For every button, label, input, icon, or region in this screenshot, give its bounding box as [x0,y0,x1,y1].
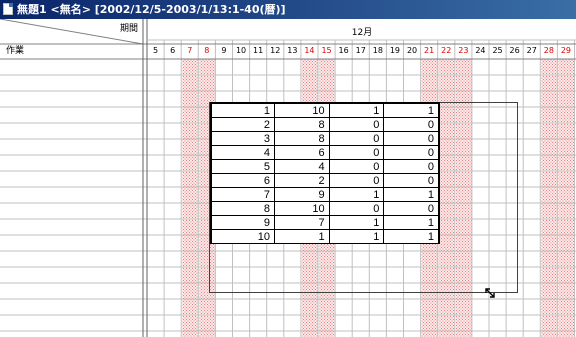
table-cell[interactable]: 3 [211,131,275,146]
table-cell[interactable]: 4 [274,159,330,174]
table-row[interactable]: 5400 [211,159,439,174]
day-label: 24 [475,46,485,55]
table-row[interactable]: 10 1 1 1 [211,229,439,244]
day-label: 11 [253,46,263,55]
table-row[interactable]: 3800 [211,131,439,146]
table-cell[interactable]: 1 [383,215,439,230]
table-row[interactable]: 1 10 1 1 [211,103,439,118]
table-row[interactable]: 2800 [211,117,439,132]
table-cell[interactable]: 8 [211,201,275,216]
table-cell[interactable]: 0 [383,131,439,146]
table-cell[interactable]: 6 [274,145,330,160]
table-cell[interactable]: 8 [274,117,330,132]
table-cell[interactable]: 10 [211,229,275,244]
day-label: 19 [390,46,400,55]
table-row[interactable]: 7911 [211,187,439,202]
table-row[interactable]: 9711 [211,215,439,230]
table-cell[interactable]: 0 [328,131,385,146]
day-label: 15 [321,46,331,55]
day-label: 17 [356,46,366,55]
table-cell[interactable]: 0 [328,117,385,132]
document-icon [3,3,13,15]
day-label: 20 [407,46,417,55]
table-cell[interactable]: 5 [211,159,275,174]
day-label: 5 [153,46,158,55]
period-label: 期間 [120,23,138,34]
table-cell[interactable]: 2 [211,117,275,132]
day-label: 14 [304,46,314,55]
table-cell[interactable]: 1 [328,229,385,244]
day-label: 27 [527,46,537,55]
table-cell[interactable]: 7 [211,187,275,202]
table-cell[interactable]: 0 [328,159,385,174]
table-cell[interactable]: 8 [274,131,330,146]
day-label: 18 [373,46,383,55]
table-cell[interactable]: 0 [383,117,439,132]
day-label: 7 [187,46,192,55]
table-cell[interactable]: 0 [383,145,439,160]
day-label: 29 [561,46,571,55]
table-cell[interactable]: 9 [211,215,275,230]
day-label: 22 [441,46,451,55]
table-cell[interactable]: 0 [328,145,385,160]
table-cell[interactable]: 0 [383,201,439,216]
table-cell[interactable]: 0 [383,173,439,188]
table-cell[interactable]: 0 [328,201,385,216]
day-label: 8 [204,46,209,55]
day-label: 23 [458,46,468,55]
day-label: 26 [510,46,520,55]
day-label: 9 [221,46,226,55]
table-cell[interactable]: 7 [274,215,330,230]
table-cell[interactable]: 1 [383,229,439,244]
table-row[interactable]: 4600 [211,145,439,160]
data-popup-table[interactable]: 1 10 1 1 2 8 0 0 3 8 0 0 4 6 0 0 5 4 0 0 6 2 0 0 7 9 1 1 8 10 0 0 9 7 1 1 10… [210,102,440,244]
day-label: 12 [270,46,280,55]
table-row[interactable]: 6200 [211,173,439,188]
title-bar[interactable]: 無題1 <無名> [2002/12/5-2003/1/13:1-40(暦)] [0,0,576,19]
table-cell[interactable]: 4 [211,145,275,160]
table-cell[interactable]: 0 [328,173,385,188]
holiday-column [438,59,455,337]
task-label: 作業 [6,44,24,56]
holiday-column [558,59,575,337]
table-cell[interactable]: 1 [383,187,439,202]
table-cell[interactable]: 10 [274,201,330,216]
month-label: 12月 [352,27,372,38]
table-cell[interactable]: 10 [274,103,330,118]
resize-handle-icon[interactable] [484,287,496,299]
day-label: 13 [287,46,297,55]
window-title: 無題1 <無名> [2002/12/5-2003/1/13:1-40(暦)] [17,3,286,16]
holiday-column [455,59,472,337]
table-cell[interactable]: 1 [211,103,275,118]
day-label: 6 [170,46,175,55]
holiday-column [541,59,558,337]
day-label: 25 [492,46,502,55]
table-cell[interactable]: 1 [274,229,330,244]
holiday-column [182,59,199,337]
table-cell[interactable]: 1 [328,103,385,118]
table-cell[interactable]: 9 [274,187,330,202]
table-cell[interactable]: 2 [274,173,330,188]
day-label: 28 [544,46,554,55]
day-label: 21 [424,46,434,55]
table-cell[interactable]: 1 [383,103,439,118]
table-cell[interactable]: 1 [328,215,385,230]
table-cell[interactable]: 6 [211,173,275,188]
day-label: 16 [339,46,349,55]
table-row[interactable]: 8 10 0 0 [211,201,439,216]
table-cell[interactable]: 1 [328,187,385,202]
table-cell[interactable]: 0 [383,159,439,174]
day-label: 10 [236,46,246,55]
